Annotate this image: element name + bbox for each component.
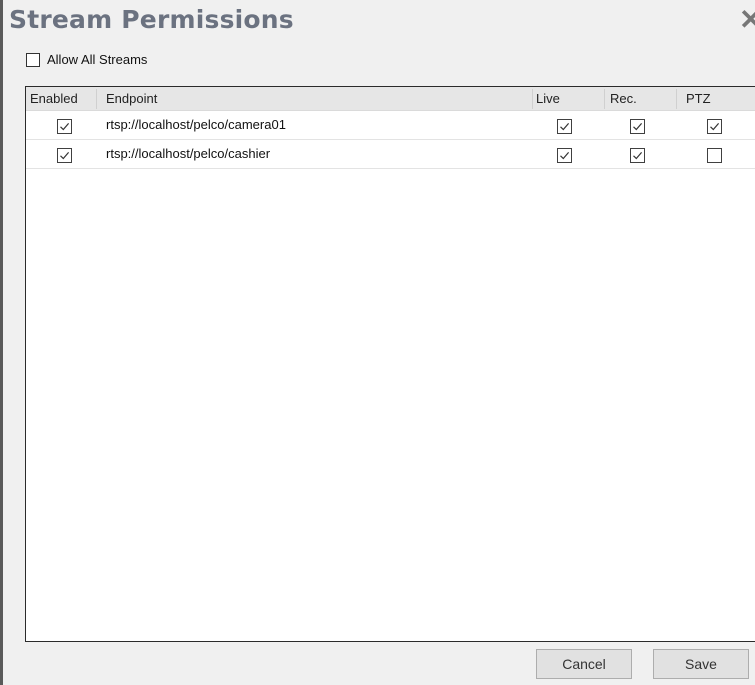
checkmark-icon: [560, 123, 570, 131]
endpoint-cell: rtsp://localhost/pelco/cashier: [106, 146, 271, 161]
ptz-checkbox[interactable]: [707, 119, 722, 135]
dialog-title: Stream Permissions: [9, 5, 294, 34]
column-header-rec[interactable]: Rec.: [610, 91, 637, 106]
stream-permissions-dialog: Stream Permissions ✕ Allow All Streams E…: [0, 0, 755, 685]
table-row[interactable]: rtsp://localhost/pelco/cashier: [26, 140, 755, 169]
stream-permissions-grid: Enabled Endpoint Live Rec. PTZ rtsp://lo…: [25, 86, 755, 642]
checkmark-icon: [633, 123, 643, 131]
live-checkbox[interactable]: [557, 148, 572, 164]
cancel-button[interactable]: Cancel: [536, 649, 632, 679]
rec-checkbox[interactable]: [630, 119, 645, 135]
allow-all-streams-row[interactable]: Allow All Streams: [26, 52, 147, 67]
enabled-checkbox[interactable]: [57, 119, 72, 135]
live-checkbox[interactable]: [557, 119, 572, 135]
checkmark-icon: [60, 123, 70, 131]
allow-all-streams-label: Allow All Streams: [47, 52, 148, 67]
column-header-live[interactable]: Live: [536, 91, 560, 106]
allow-all-streams-checkbox[interactable]: [26, 52, 40, 67]
enabled-checkbox[interactable]: [57, 148, 72, 164]
column-header-ptz[interactable]: PTZ: [686, 91, 711, 106]
rec-checkbox[interactable]: [630, 148, 645, 164]
endpoint-cell: rtsp://localhost/pelco/camera01: [106, 117, 286, 132]
close-icon[interactable]: ✕: [739, 6, 755, 34]
checkmark-icon: [633, 152, 643, 160]
column-header-endpoint[interactable]: Endpoint: [106, 91, 157, 106]
checkmark-icon: [60, 152, 70, 160]
grid-header: Enabled Endpoint Live Rec. PTZ: [26, 87, 755, 111]
checkmark-icon: [560, 152, 570, 160]
table-row[interactable]: rtsp://localhost/pelco/camera01: [26, 111, 755, 140]
save-button[interactable]: Save: [653, 649, 749, 679]
checkmark-icon: [710, 123, 720, 131]
ptz-checkbox[interactable]: [707, 148, 722, 164]
column-header-enabled[interactable]: Enabled: [30, 91, 78, 106]
